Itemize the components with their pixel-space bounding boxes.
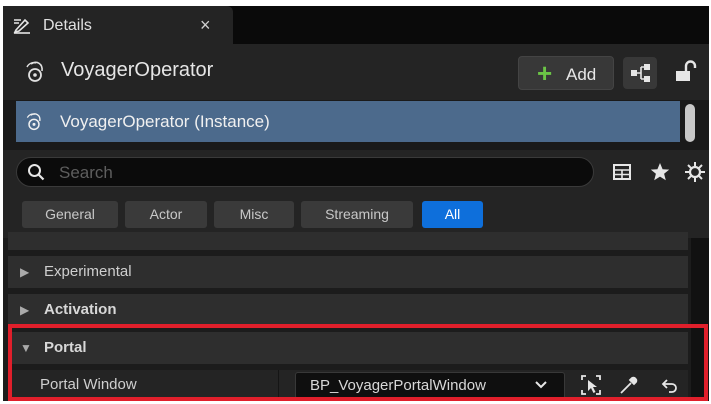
chevron-down-icon xyxy=(535,381,547,389)
tree-item-label: VoyagerOperator (Instance) xyxy=(60,112,270,131)
caret-right-icon: ▶ xyxy=(20,303,30,317)
filter-streaming[interactable]: Streaming xyxy=(301,201,413,228)
property-list: ▶ Experimental ▶ Activation ▼ Portal Por… xyxy=(3,232,709,401)
actor-icon xyxy=(26,61,43,82)
combo-value: BP_VoyagerPortalWindow xyxy=(310,377,486,394)
category-label: Portal xyxy=(44,339,87,356)
details-pencil-icon xyxy=(13,18,30,34)
search-bar xyxy=(3,150,709,192)
tree-item-instance[interactable]: VoyagerOperator (Instance) xyxy=(16,101,680,142)
tab-title: Details xyxy=(43,17,92,34)
search-input[interactable] xyxy=(57,161,581,185)
column-splitter[interactable] xyxy=(278,370,279,401)
caret-down-icon: ▼ xyxy=(20,341,32,355)
tree-scrollbar[interactable] xyxy=(685,104,695,142)
select-actor-icon[interactable] xyxy=(580,374,602,396)
search-icon xyxy=(28,164,45,181)
filter-misc[interactable]: Misc xyxy=(214,201,294,228)
details-panel: Details × VoyagerOperator + Add VoyagerO… xyxy=(3,6,709,401)
category-row-partial xyxy=(8,232,688,250)
category-label: Experimental xyxy=(44,263,132,280)
reset-arrow-icon[interactable] xyxy=(659,374,681,396)
property-label: Portal Window xyxy=(40,376,137,393)
caret-right-icon: ▶ xyxy=(20,265,30,279)
search-box xyxy=(16,157,594,187)
plus-icon: + xyxy=(537,58,553,88)
filter-general[interactable]: General xyxy=(22,201,118,228)
add-component-button[interactable]: + Add xyxy=(518,56,614,90)
eyedropper-icon[interactable] xyxy=(618,374,640,396)
filter-actor[interactable]: Actor xyxy=(125,201,207,228)
add-label: Add xyxy=(566,65,597,84)
tab-details[interactable]: Details × xyxy=(3,6,233,44)
close-icon[interactable]: × xyxy=(200,15,211,36)
gear-icon[interactable] xyxy=(684,161,706,183)
actor-icon xyxy=(26,113,41,131)
component-tree: VoyagerOperator (Instance) xyxy=(3,100,709,150)
property-scrollbar[interactable] xyxy=(691,238,709,401)
actor-name: VoyagerOperator xyxy=(61,59,214,81)
table-view-icon[interactable] xyxy=(611,161,633,183)
actor-header: VoyagerOperator + Add xyxy=(3,44,709,100)
filter-all[interactable]: All xyxy=(422,201,483,228)
unlock-icon xyxy=(676,60,697,81)
portal-window-combo[interactable]: BP_VoyagerPortalWindow xyxy=(295,372,565,399)
property-row-portal-window: Portal Window BP_VoyagerPortalWindow xyxy=(8,370,688,401)
category-experimental[interactable]: ▶ Experimental xyxy=(8,256,688,288)
category-label: Activation xyxy=(44,301,117,318)
tab-bar: Details × xyxy=(3,6,709,44)
blueprint-tree-icon xyxy=(631,64,650,82)
lock-button[interactable] xyxy=(669,57,699,87)
star-icon[interactable] xyxy=(649,161,671,183)
category-activation[interactable]: ▶ Activation xyxy=(8,294,688,326)
category-portal[interactable]: ▼ Portal xyxy=(8,332,688,364)
blueprint-button[interactable] xyxy=(623,57,657,89)
